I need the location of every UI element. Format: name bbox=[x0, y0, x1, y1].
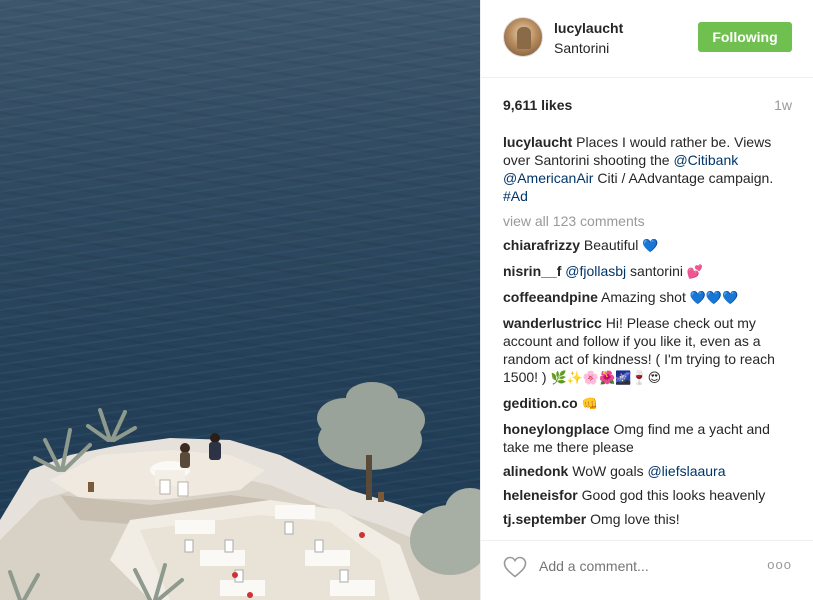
username-link[interactable]: lucylaucht bbox=[554, 19, 623, 37]
comment-username[interactable]: wanderlustricc bbox=[503, 315, 602, 331]
post-header: lucylaucht Santorini Following bbox=[481, 0, 813, 78]
comment-text: Omg love this! bbox=[586, 511, 680, 527]
comment-item: alinedonk WoW goals @liefslaaura bbox=[503, 462, 795, 480]
add-comment-input[interactable] bbox=[539, 556, 739, 576]
comment-item: nisrin__f @fjollasbj santorini 💕 bbox=[503, 262, 795, 282]
post-photo[interactable] bbox=[0, 0, 480, 600]
caption-username[interactable]: lucylaucht bbox=[503, 134, 572, 150]
comments-list: lucylaucht Places I would rather be. Vie… bbox=[503, 133, 795, 534]
comment-item: chiarafrizzy Beautiful 💙 bbox=[503, 236, 795, 256]
emoji-string-icon: 🌿✨🌸🌺🌌🍷😍 bbox=[550, 371, 662, 386]
post-age[interactable]: 1w bbox=[774, 97, 792, 113]
following-button[interactable]: Following bbox=[698, 22, 792, 52]
comment-username[interactable]: chiarafrizzy bbox=[503, 237, 580, 253]
likes-row: 9,611 likes 1w bbox=[503, 97, 792, 115]
comment-text: Amazing shot bbox=[597, 289, 690, 305]
comment-item: honeylongplace Omg find me a yacht and t… bbox=[503, 420, 795, 456]
mention-link[interactable]: @liefslaaura bbox=[647, 463, 725, 479]
location-link[interactable]: Santorini bbox=[554, 39, 623, 57]
two-hearts-icon: 💕 bbox=[686, 265, 704, 280]
post-sidebar: lucylaucht Santorini Following 9,611 lik… bbox=[480, 0, 813, 600]
comment-username[interactable]: alinedonk bbox=[503, 463, 568, 479]
more-options-icon[interactable]: ooo bbox=[767, 557, 792, 572]
comment-text: Beautiful bbox=[580, 237, 643, 253]
caption-text: Citi / AAdvantage campaign. bbox=[593, 170, 774, 186]
user-block: lucylaucht Santorini bbox=[554, 19, 623, 57]
blue-heart-icon: 💙 bbox=[642, 239, 659, 254]
hashtag-link[interactable]: #Ad bbox=[503, 188, 528, 204]
santorini-terrace-illustration bbox=[0, 382, 480, 600]
comment-username[interactable]: honeylongplace bbox=[503, 421, 610, 437]
comment-text: santorini bbox=[626, 263, 687, 279]
mention-link[interactable]: @Citibank bbox=[673, 152, 738, 168]
blue-hearts-icon: 💙💙💙 bbox=[689, 291, 739, 306]
mention-link[interactable]: @AmericanAir bbox=[503, 170, 593, 186]
comment-footer: ooo bbox=[481, 540, 813, 600]
comment-item: tj.september Omg love this! bbox=[503, 510, 795, 528]
user-avatar[interactable] bbox=[503, 17, 543, 57]
comment-username[interactable]: gedition.co bbox=[503, 395, 578, 411]
mention-link[interactable]: @fjollasbj bbox=[565, 263, 626, 279]
comment-username[interactable]: nisrin__f bbox=[503, 263, 561, 279]
comment-item: wanderlustricc Hi! Please check out my a… bbox=[503, 314, 795, 388]
instagram-post: lucylaucht Santorini Following 9,611 lik… bbox=[0, 0, 813, 600]
fist-bump-icon: 👊 bbox=[581, 397, 598, 412]
comment-username[interactable]: tj.september bbox=[503, 511, 586, 527]
comment-text: WoW goals bbox=[568, 463, 648, 479]
view-all-comments-link[interactable]: view all 123 comments bbox=[503, 212, 795, 230]
comment-item: coffeeandpine Amazing shot 💙💙💙 bbox=[503, 288, 795, 308]
caption: lucylaucht Places I would rather be. Vie… bbox=[503, 133, 795, 205]
heart-icon[interactable] bbox=[503, 556, 527, 578]
comment-item: heleneisfor Good god this looks heavenly bbox=[503, 486, 795, 504]
comment-text: Good god this looks heavenly bbox=[577, 487, 766, 503]
comment-item: gedition.co 👊 bbox=[503, 394, 795, 414]
comment-username[interactable]: coffeeandpine bbox=[503, 289, 598, 305]
comment-username[interactable]: heleneisfor bbox=[503, 487, 578, 503]
likes-count[interactable]: 9,611 likes bbox=[503, 97, 572, 113]
